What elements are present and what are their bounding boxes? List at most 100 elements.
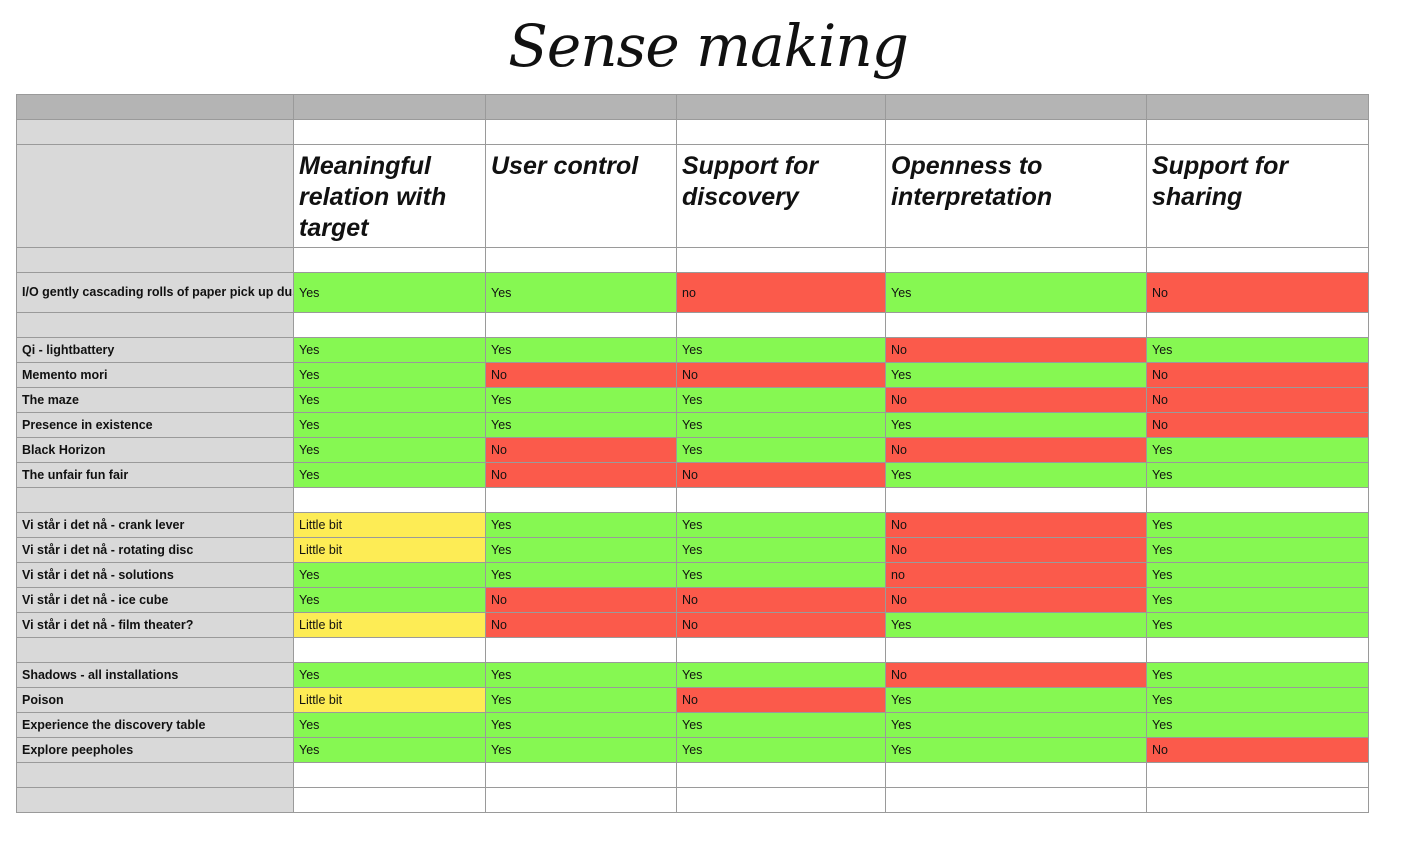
value-cell-no[interactable]: No (676, 587, 886, 613)
header-bar-cell[interactable] (16, 94, 294, 120)
value-cell-no[interactable]: No (485, 587, 677, 613)
value-cell-yes[interactable]: Yes (485, 737, 677, 763)
value-cell-yes[interactable]: Yes (676, 412, 886, 438)
empty-cell[interactable] (885, 487, 1147, 513)
empty-cell[interactable] (293, 637, 486, 663)
value-cell-yes[interactable]: Yes (885, 687, 1147, 713)
empty-cell[interactable] (485, 762, 677, 788)
row-header-blank[interactable] (16, 637, 294, 663)
row-label[interactable]: Presence in existence (16, 412, 294, 438)
row-label[interactable]: Vi står i det nå - solutions (16, 562, 294, 588)
row-label[interactable]: Poison (16, 687, 294, 713)
value-cell-no[interactable]: no (676, 272, 886, 313)
empty-cell[interactable] (676, 487, 886, 513)
value-cell-yes[interactable]: Yes (293, 272, 486, 313)
row-label[interactable]: Black Horizon (16, 437, 294, 463)
row-label[interactable]: Qi - lightbattery (16, 337, 294, 363)
value-cell-yes[interactable]: Yes (485, 272, 677, 313)
value-cell-yes[interactable]: Yes (676, 512, 886, 538)
value-cell-yes[interactable]: Yes (885, 362, 1147, 388)
value-cell-yes[interactable]: Yes (1146, 662, 1369, 688)
header-bar-cell[interactable] (1146, 94, 1369, 120)
value-cell-yes[interactable]: Yes (885, 712, 1147, 738)
value-cell-yes[interactable]: Yes (293, 662, 486, 688)
value-cell-no[interactable]: No (885, 437, 1147, 463)
value-cell-yes[interactable]: Yes (676, 537, 886, 563)
empty-cell[interactable] (676, 637, 886, 663)
value-cell-yes[interactable]: Yes (485, 537, 677, 563)
value-cell-yes[interactable]: Yes (293, 737, 486, 763)
value-cell-yes[interactable]: Yes (293, 387, 486, 413)
value-cell-no[interactable]: No (885, 587, 1147, 613)
value-cell-no[interactable]: No (1146, 362, 1369, 388)
value-cell-no[interactable]: No (885, 337, 1147, 363)
empty-cell[interactable] (885, 637, 1147, 663)
value-cell-yes[interactable]: Yes (676, 387, 886, 413)
value-cell-partial[interactable]: Little bit (293, 537, 486, 563)
value-cell-partial[interactable]: Little bit (293, 687, 486, 713)
row-header-blank[interactable] (16, 312, 294, 338)
value-cell-yes[interactable]: Yes (1146, 712, 1369, 738)
value-cell-no[interactable]: No (1146, 272, 1369, 313)
value-cell-no[interactable]: No (676, 362, 886, 388)
row-label[interactable]: Vi står i det nå - rotating disc (16, 537, 294, 563)
empty-cell[interactable] (485, 787, 677, 813)
value-cell-yes[interactable]: Yes (1146, 562, 1369, 588)
row-label[interactable]: Memento mori (16, 362, 294, 388)
value-cell-no[interactable]: No (485, 362, 677, 388)
column-header[interactable]: User control (485, 144, 677, 248)
empty-cell[interactable] (1146, 247, 1369, 273)
value-cell-yes[interactable]: Yes (1146, 462, 1369, 488)
row-label[interactable]: The unfair fun fair (16, 462, 294, 488)
row-label[interactable]: Explore peepholes (16, 737, 294, 763)
value-cell-no[interactable]: No (885, 537, 1147, 563)
empty-cell[interactable] (293, 762, 486, 788)
value-cell-yes[interactable]: Yes (885, 272, 1147, 313)
empty-cell[interactable] (885, 312, 1147, 338)
empty-cell[interactable] (293, 312, 486, 338)
empty-cell[interactable] (293, 487, 486, 513)
empty-cell[interactable] (485, 312, 677, 338)
value-cell-yes[interactable]: Yes (485, 512, 677, 538)
value-cell-no[interactable]: No (485, 612, 677, 638)
value-cell-no[interactable]: No (676, 687, 886, 713)
value-cell-yes[interactable]: Yes (885, 462, 1147, 488)
value-cell-partial[interactable]: Little bit (293, 612, 486, 638)
row-label[interactable]: Vi står i det nå - crank lever (16, 512, 294, 538)
empty-cell[interactable] (293, 247, 486, 273)
empty-cell[interactable] (676, 762, 886, 788)
empty-cell[interactable] (485, 247, 677, 273)
empty-cell[interactable] (885, 119, 1147, 145)
value-cell-yes[interactable]: Yes (1146, 537, 1369, 563)
column-header[interactable]: Support for sharing (1146, 144, 1369, 248)
header-bar-cell[interactable] (485, 94, 677, 120)
row-header-blank[interactable] (16, 762, 294, 788)
value-cell-yes[interactable]: Yes (485, 387, 677, 413)
row-header-blank[interactable] (16, 787, 294, 813)
value-cell-yes[interactable]: Yes (676, 662, 886, 688)
value-cell-yes[interactable]: Yes (485, 662, 677, 688)
value-cell-yes[interactable]: Yes (1146, 587, 1369, 613)
empty-cell[interactable] (1146, 487, 1369, 513)
value-cell-yes[interactable]: Yes (485, 562, 677, 588)
empty-cell[interactable] (676, 247, 886, 273)
value-cell-no[interactable]: No (1146, 737, 1369, 763)
empty-cell[interactable] (485, 119, 677, 145)
value-cell-yes[interactable]: Yes (485, 712, 677, 738)
header-bar-cell[interactable] (676, 94, 886, 120)
row-label[interactable]: Vi står i det nå - ice cube (16, 587, 294, 613)
row-header-blank[interactable] (16, 247, 294, 273)
value-cell-yes[interactable]: Yes (885, 412, 1147, 438)
value-cell-yes[interactable]: Yes (676, 737, 886, 763)
value-cell-yes[interactable]: Yes (485, 687, 677, 713)
empty-cell[interactable] (293, 787, 486, 813)
value-cell-yes[interactable]: Yes (293, 462, 486, 488)
value-cell-yes[interactable]: Yes (485, 412, 677, 438)
empty-cell[interactable] (1146, 637, 1369, 663)
empty-cell[interactable] (885, 787, 1147, 813)
value-cell-no[interactable]: no (885, 562, 1147, 588)
value-cell-no[interactable]: No (676, 462, 886, 488)
header-bar-cell[interactable] (293, 94, 486, 120)
value-cell-yes[interactable]: Yes (293, 562, 486, 588)
value-cell-partial[interactable]: Little bit (293, 512, 486, 538)
